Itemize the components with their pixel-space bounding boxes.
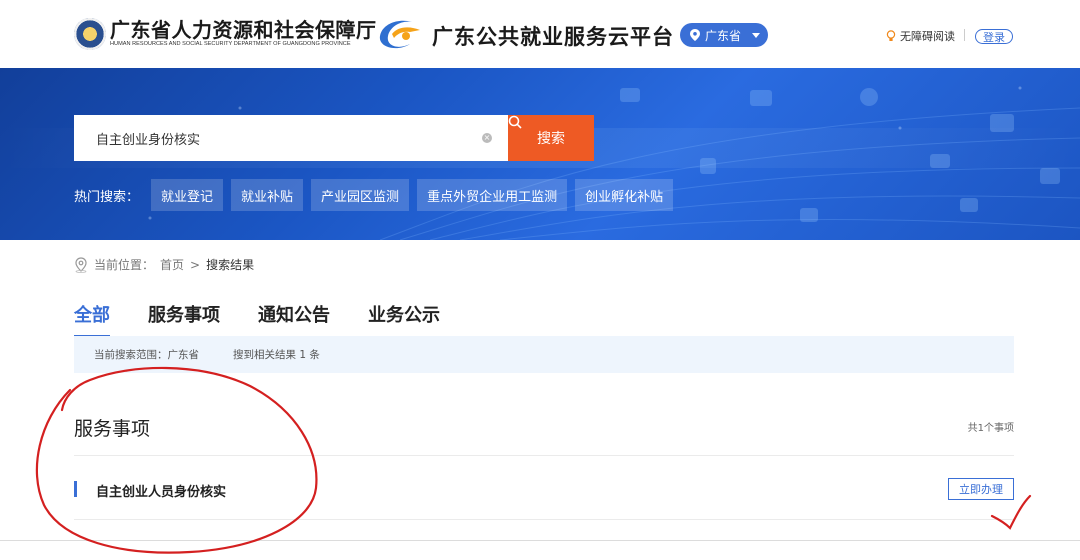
location-icon (75, 256, 87, 273)
header-divider (964, 29, 965, 41)
hot-search-label: 热门搜索： (74, 189, 140, 205)
section-title: 服务事项 (74, 418, 151, 440)
hot-tag[interactable]: 重点外贸企业用工监测 (417, 179, 568, 211)
tab-notices[interactable]: 通知公告 (258, 301, 330, 338)
department-emblem-icon (74, 18, 106, 50)
department-name-en: HUMAN RESOURCES AND SOCIAL SECURITY DEPA… (110, 41, 351, 47)
platform-title: 广东公共就业服务云平台 (432, 25, 674, 49)
tab-announcements[interactable]: 业务公示 (368, 301, 440, 338)
annotation-checkmark (990, 494, 1032, 530)
section-divider (74, 455, 1014, 456)
breadcrumb-prefix: 当前位置： (94, 258, 155, 272)
breadcrumb: 当前位置： 首页 > 搜索结果 (74, 256, 254, 273)
accessibility-label: 无障碍阅读 (900, 30, 955, 43)
search-box: × (74, 115, 508, 161)
login-button[interactable]: 登录 (975, 29, 1013, 44)
apply-now-button[interactable]: 立即办理 (948, 478, 1014, 500)
region-selector[interactable]: 广东省 (680, 23, 768, 47)
search-icon (508, 115, 522, 129)
tab-services[interactable]: 服务事项 (148, 301, 220, 338)
search-input[interactable] (96, 130, 476, 146)
annotation-circle (35, 366, 318, 554)
hot-tag[interactable]: 创业孵化补贴 (575, 179, 674, 211)
search-scope-bar: 当前搜索范围：广东省 搜到相关结果 1 条 (74, 336, 1014, 373)
search-button-label: 搜索 (537, 131, 565, 147)
location-pin-icon (690, 29, 700, 41)
result-tabs: 全部 服务事项 通知公告 业务公示 (74, 301, 440, 338)
row-accent (74, 481, 77, 497)
service-item-title[interactable]: 自主创业人员身份核实 (96, 481, 226, 500)
chevron-down-icon (752, 32, 761, 38)
result-count: 搜到相关结果 1 条 (233, 349, 320, 361)
clear-icon[interactable]: × (482, 133, 492, 143)
header: 广东省人力资源和社会保障厅 HUMAN RESOURCES AND SOCIAL… (0, 0, 1080, 68)
page-bottom-border (0, 540, 1080, 541)
accessibility-link[interactable]: 无障碍阅读 (886, 28, 955, 44)
search-scope: 当前搜索范围：广东省 (94, 349, 199, 361)
section-count: 共1个事项 (967, 423, 1014, 434)
hot-tag[interactable]: 产业园区监测 (311, 179, 410, 211)
search-button[interactable]: 搜索 (508, 115, 594, 161)
breadcrumb-current: 搜索结果 (206, 258, 255, 272)
region-label: 广东省 (705, 28, 742, 43)
hot-tag[interactable]: 就业登记 (151, 179, 224, 211)
breadcrumb-home[interactable]: 首页 (160, 256, 184, 273)
row-divider (74, 519, 1014, 520)
search-banner: × 搜索 热门搜索： 就业登记 就业补贴 产业园区监测 重点外贸企业用工监测 创… (0, 68, 1080, 240)
hot-searches: 热门搜索： 就业登记 就业补贴 产业园区监测 重点外贸企业用工监测 创业孵化补贴 (74, 179, 674, 211)
breadcrumb-separator: > (190, 257, 201, 272)
lightbulb-icon (886, 30, 896, 41)
tab-all[interactable]: 全部 (74, 301, 110, 338)
department-name: 广东省人力资源和社会保障厅 (110, 18, 377, 42)
platform-logo-icon (379, 20, 420, 49)
hot-tag[interactable]: 就业补贴 (231, 179, 304, 211)
